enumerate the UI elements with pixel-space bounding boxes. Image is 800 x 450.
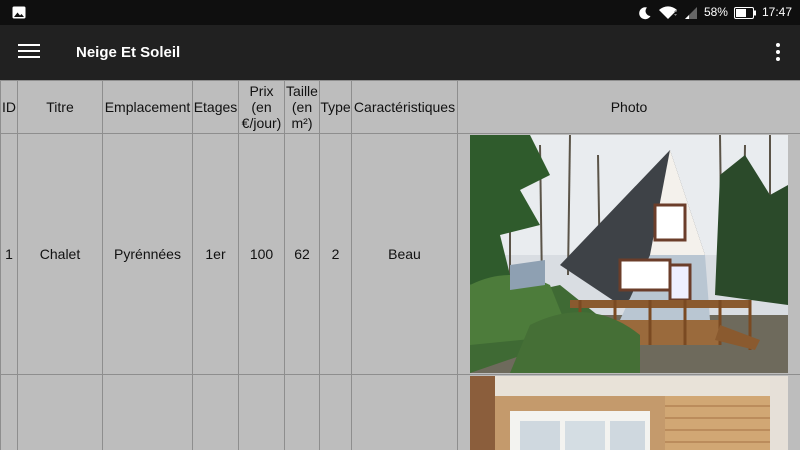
cell-photo [457,374,800,450]
app-bar: Neige Et Soleil [0,25,800,80]
more-vert-icon[interactable] [770,41,786,63]
cell-location [102,374,193,450]
header-id: ID [0,80,18,134]
hamburger-menu-icon[interactable] [18,41,40,63]
cell-title: Chalet [17,133,103,375]
header-location: Emplacement [102,80,193,134]
cell-size [284,374,320,450]
cell-type [319,374,352,450]
a-frame-chalet-photo[interactable] [470,135,788,373]
battery-icon [733,6,756,19]
table-row[interactable] [0,374,800,450]
battery-percent: 58% [703,5,728,19]
header-price: Prix (en €/jour) [238,80,285,134]
cell-photo [457,133,800,375]
wooden-interior-photo[interactable] [470,376,788,450]
cell-size: 62 [284,133,320,375]
cell-id: 1 [0,133,18,375]
header-type: Type [319,80,352,134]
header-photo: Photo [457,80,800,134]
wifi-icon [658,5,678,20]
status-bar: 58% 17:47 [0,0,800,25]
cell-features [351,374,458,450]
header-features: Caractéristiques [351,80,458,134]
table-header-row: ID Titre Emplacement Etages Prix (en €/j… [0,80,800,134]
listing-table[interactable]: ID Titre Emplacement Etages Prix (en €/j… [0,80,800,450]
cell-price [238,374,285,450]
cell-features: Beau [351,133,458,375]
image-notification-icon [12,6,26,19]
cell-signal-icon [684,6,698,20]
cell-floors: 1er [192,133,239,375]
moon-icon [638,6,652,20]
clock: 17:47 [761,5,792,19]
header-size: Taille (en m²) [284,80,320,134]
cell-price: 100 [238,133,285,375]
cell-id [0,374,18,450]
app-title: Neige Et Soleil [76,44,181,61]
cell-type: 2 [319,133,352,375]
header-floors: Etages [192,80,239,134]
table-row[interactable]: 1 Chalet Pyrénnées 1er 100 62 2 Beau [0,133,800,375]
cell-title [17,374,103,450]
cell-location: Pyrénnées [102,133,193,375]
cell-floors [192,374,239,450]
header-title: Titre [17,80,103,134]
